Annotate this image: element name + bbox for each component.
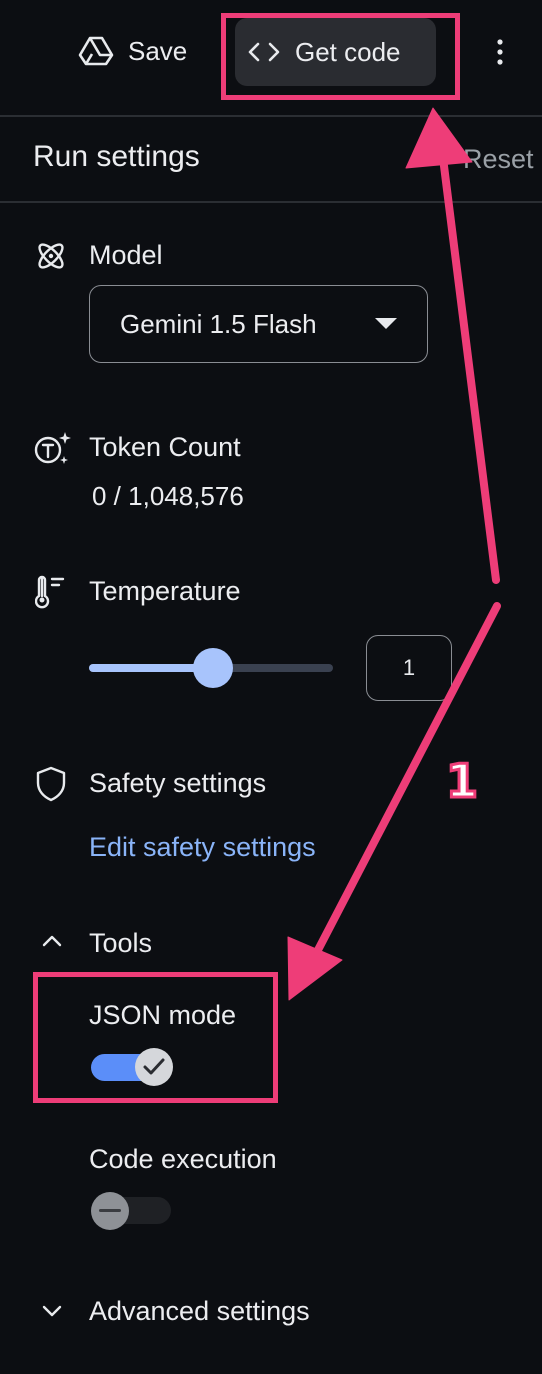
arrow-head-json-mode — [287, 936, 343, 1001]
arrow-head-get-code — [405, 107, 473, 169]
annotation-step-number: 1 — [444, 753, 479, 810]
arrow-to-get-code — [438, 146, 500, 584]
annotation-arrows — [287, 107, 501, 1001]
